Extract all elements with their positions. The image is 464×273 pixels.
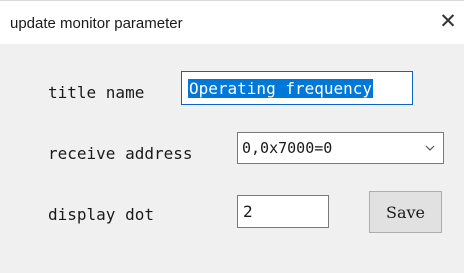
title-name-value: Operating frequency	[188, 79, 374, 98]
display-dot-label: display dot	[48, 205, 154, 224]
receive-address-label: receive address	[48, 144, 193, 163]
title-bar: update monitor parameter ✕	[0, 0, 464, 44]
update-monitor-parameter-dialog: update monitor parameter ✕ title name Op…	[0, 0, 464, 273]
window-title: update monitor parameter	[10, 15, 183, 32]
title-name-input[interactable]: Operating frequency	[181, 71, 413, 105]
display-dot-value: 2	[243, 202, 253, 221]
receive-address-select[interactable]: 0,0x7000=0	[237, 132, 444, 164]
close-button[interactable]: ✕	[432, 2, 464, 40]
close-icon: ✕	[439, 9, 457, 33]
display-dot-input[interactable]: 2	[237, 195, 329, 228]
title-name-label: title name	[48, 83, 145, 102]
save-button[interactable]: Save	[369, 191, 442, 233]
receive-address-value: 0,0x7000=0	[242, 139, 333, 157]
chevron-down-icon	[425, 145, 435, 151]
